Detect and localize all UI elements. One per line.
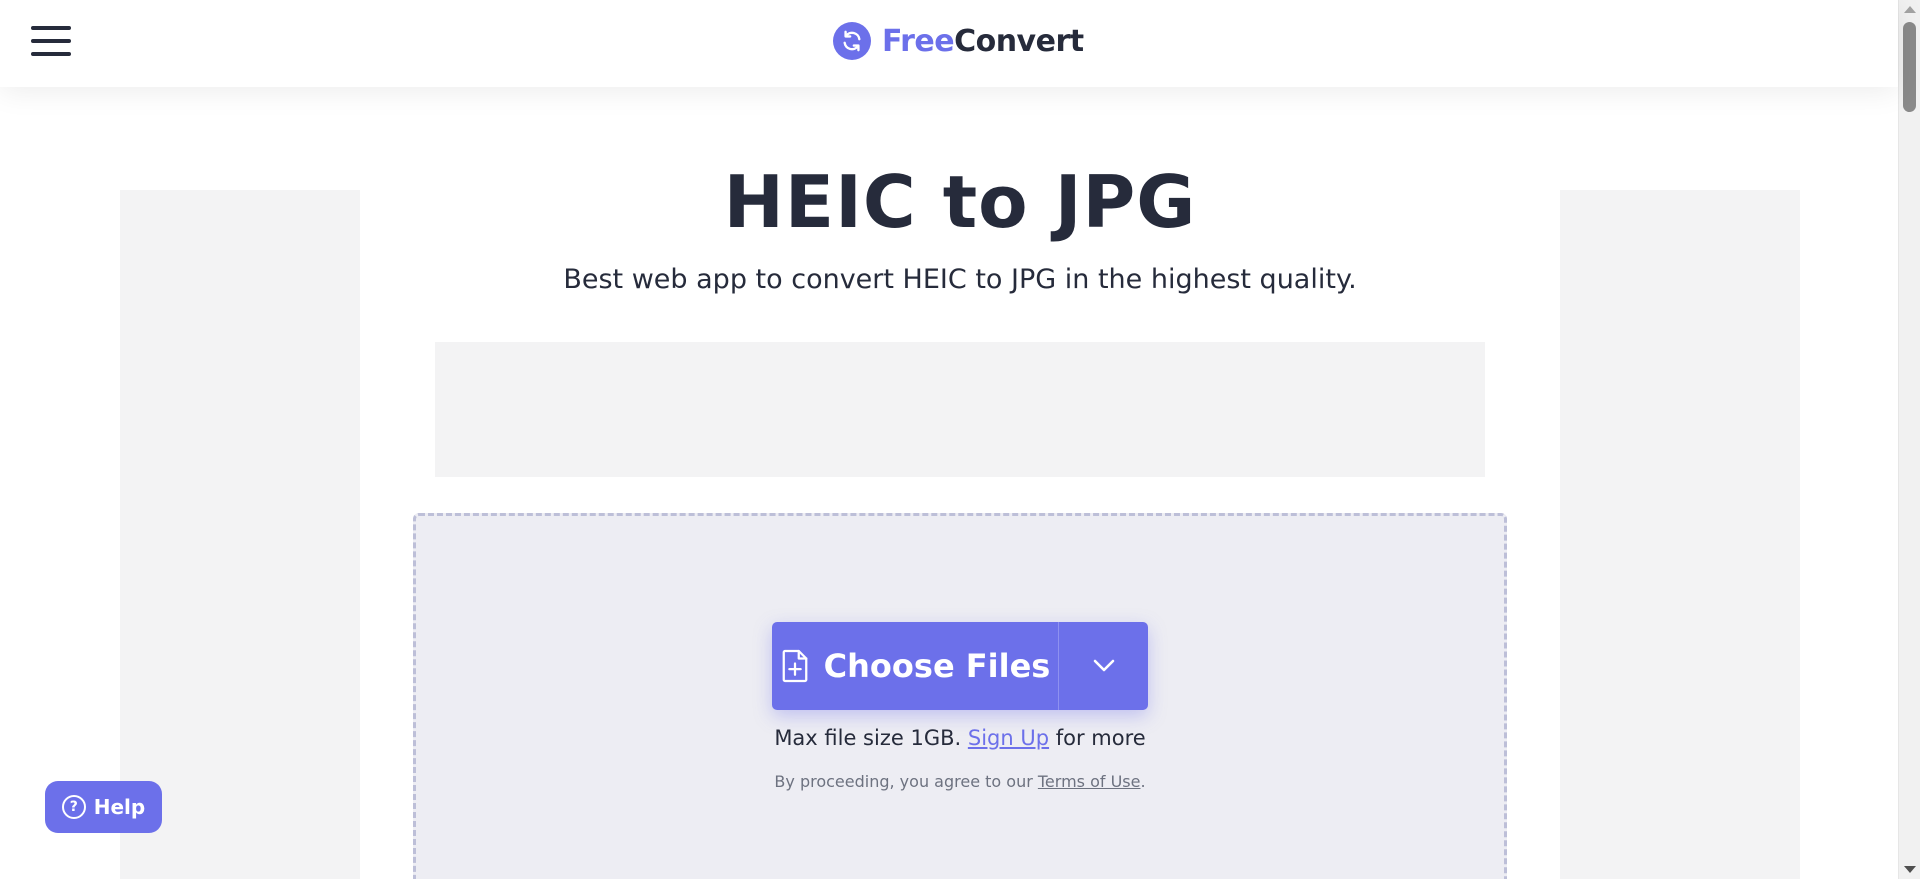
refresh-arrows-icon [833, 22, 871, 60]
sign-up-link[interactable]: Sign Up [968, 726, 1049, 750]
terms-suffix: . [1140, 772, 1146, 791]
max-size-prefix: Max file size 1GB. [774, 726, 962, 750]
choose-files-group: Choose Files [772, 622, 1148, 710]
chevron-down-icon [1093, 659, 1114, 672]
logo-convert-text: Convert [954, 23, 1084, 59]
logo-free-text: Free [882, 23, 955, 59]
terms-prefix: By proceeding, you agree to our [774, 772, 1033, 791]
file-plus-icon [782, 649, 808, 683]
choose-files-button[interactable]: Choose Files [772, 622, 1058, 710]
page-subtitle: Best web app to convert HEIC to JPG in t… [563, 264, 1357, 295]
page-title: HEIC to JPG [723, 160, 1197, 244]
top-ad-banner-placeholder [435, 342, 1485, 477]
help-label: Help [93, 795, 146, 819]
hamburger-menu-icon[interactable] [31, 26, 71, 56]
max-size-suffix: for more [1055, 726, 1146, 750]
scroll-down-arrow-icon[interactable] [1904, 866, 1916, 873]
site-logo[interactable]: FreeConvert [833, 20, 1084, 62]
logo-text: FreeConvert [882, 24, 1084, 59]
scroll-up-arrow-icon[interactable] [1904, 6, 1916, 13]
top-header: FreeConvert [0, 0, 1898, 87]
max-file-size-text: Max file size 1GB. Sign Up for more [0, 726, 1920, 750]
scrollbar-thumb[interactable] [1903, 22, 1916, 112]
vertical-scrollbar[interactable] [1898, 0, 1920, 879]
terms-notice: By proceeding, you agree to our Terms of… [0, 772, 1920, 791]
choose-files-dropdown-button[interactable] [1058, 622, 1148, 710]
terms-of-use-link[interactable]: Terms of Use [1038, 772, 1141, 791]
choose-files-label: Choose Files [823, 647, 1051, 685]
help-button[interactable]: ? Help [45, 781, 162, 833]
question-circle-icon: ? [61, 795, 86, 819]
